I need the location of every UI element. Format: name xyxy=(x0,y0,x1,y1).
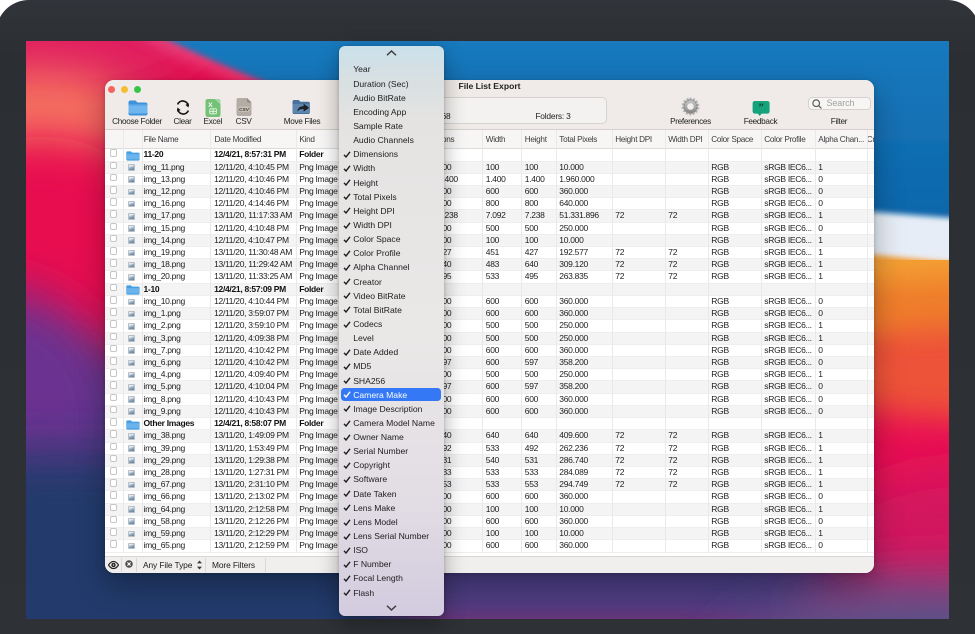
svg-text:”: ” xyxy=(758,102,763,113)
svg-text:CSV: CSV xyxy=(239,107,250,113)
svg-text:X: X xyxy=(208,102,213,109)
